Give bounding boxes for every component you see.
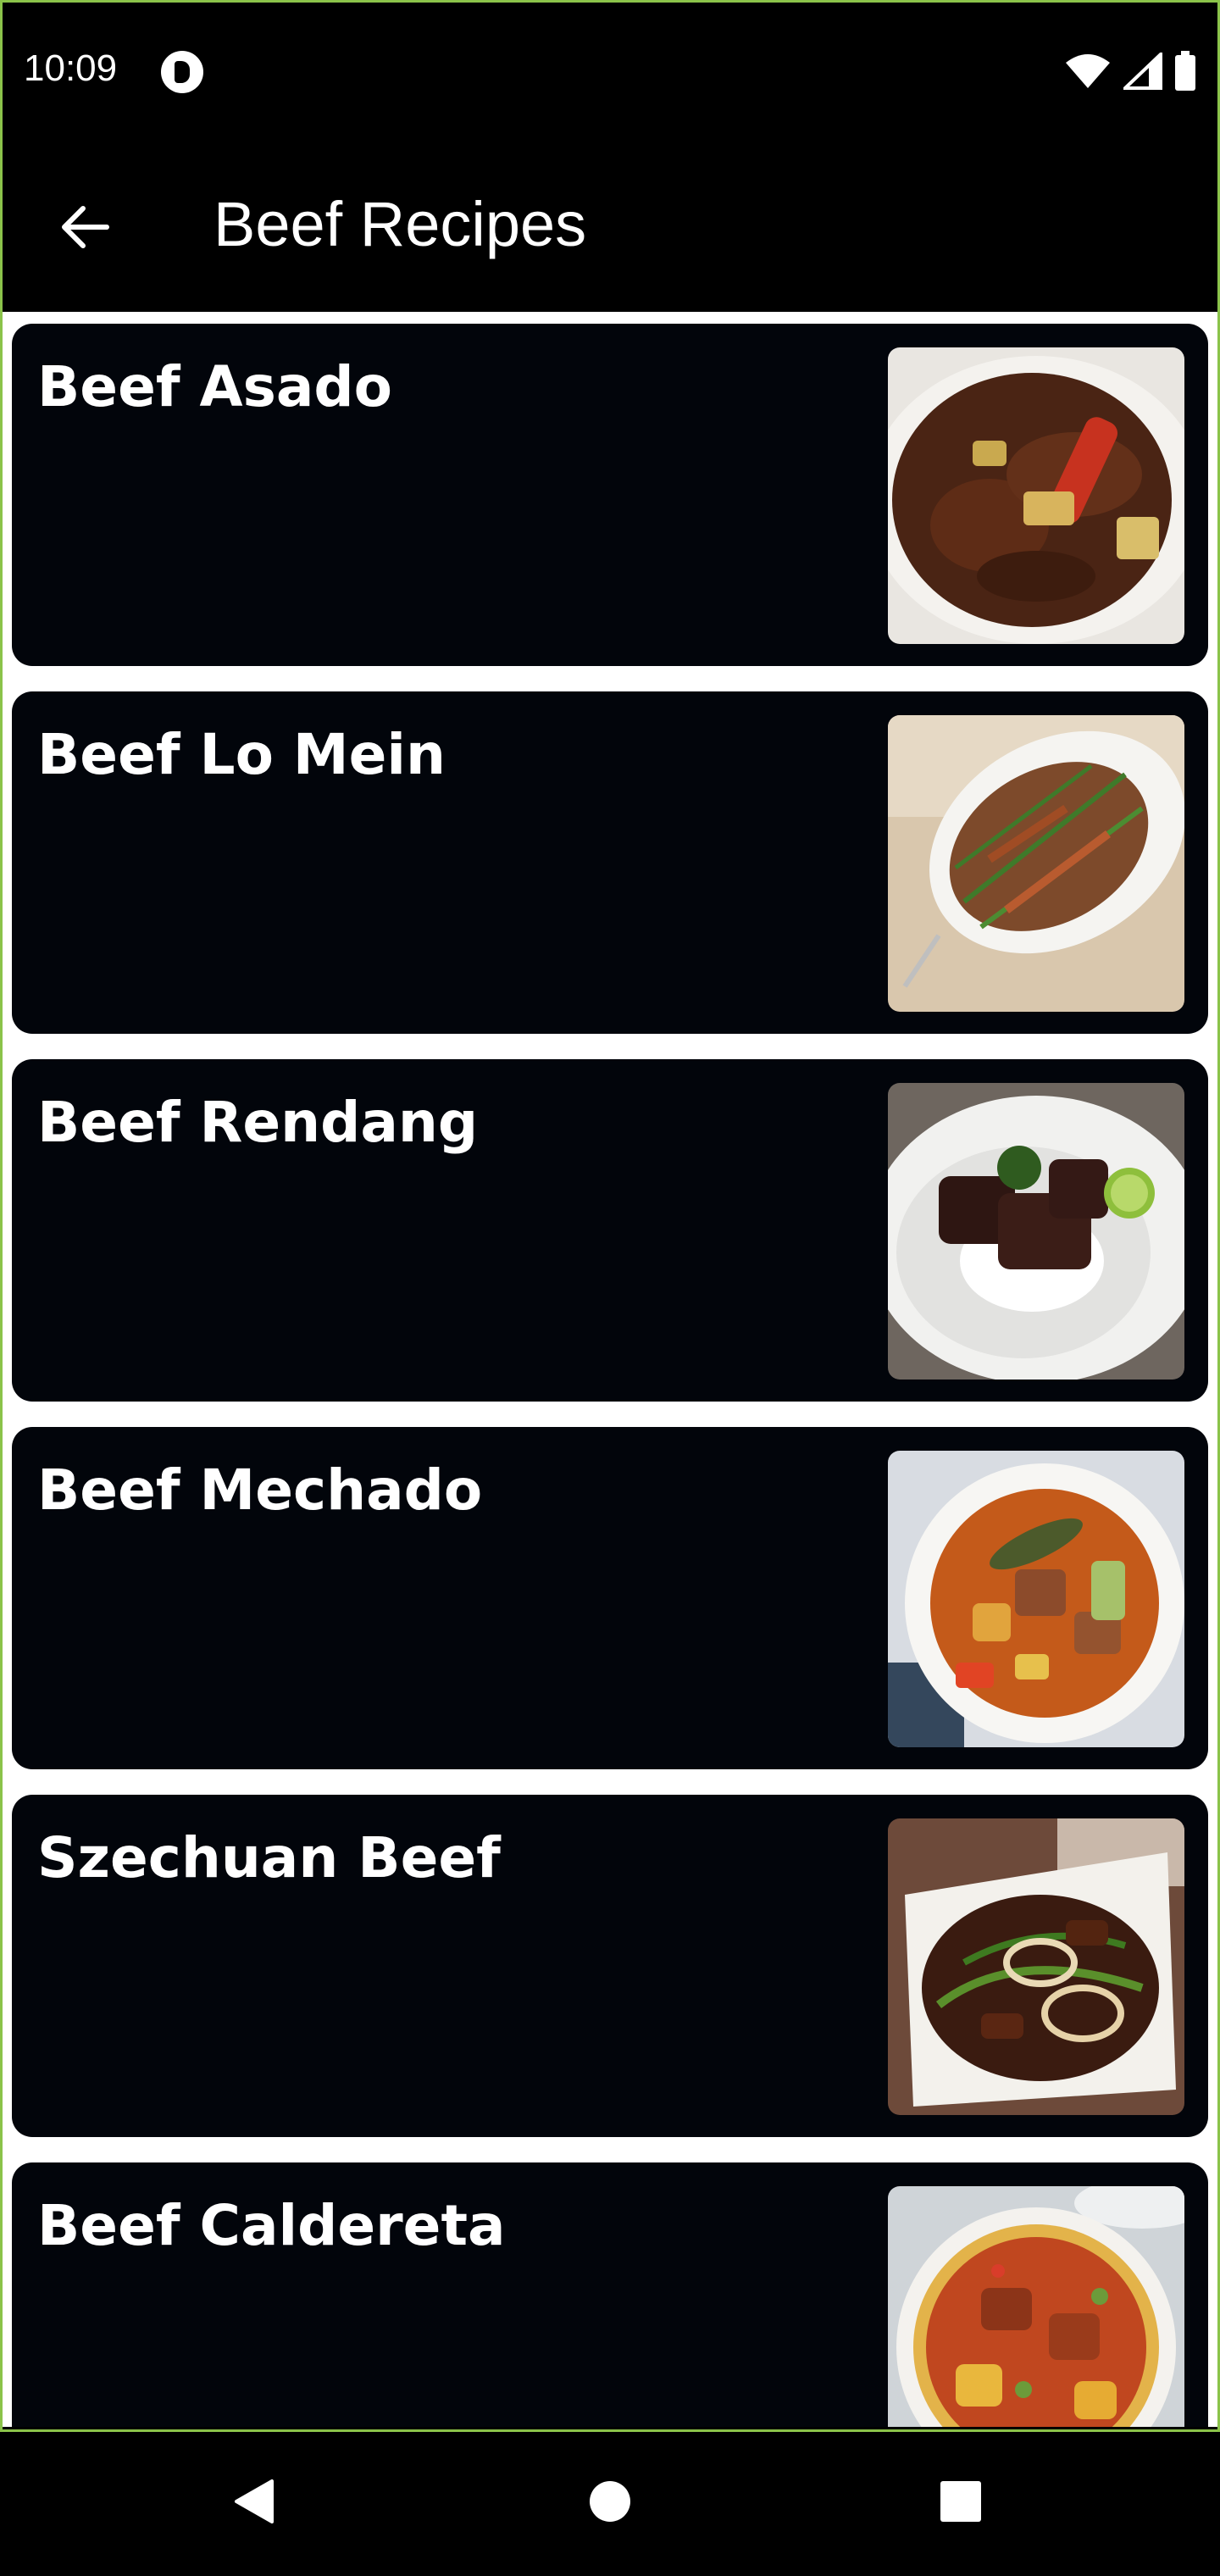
arrow-back-icon bbox=[59, 205, 110, 253]
app-notification-icon bbox=[161, 51, 203, 93]
home-circle-icon bbox=[588, 2479, 632, 2528]
recipe-name: Beef Rendang bbox=[37, 1090, 479, 1155]
recipe-card-beef-lo-mein[interactable]: Beef Lo Mein bbox=[12, 691, 1208, 1034]
recipe-list[interactable]: Beef Asado Beef Lo Mein Beef Rendang Bee… bbox=[0, 312, 1220, 2427]
recipe-card-beef-caldereta[interactable]: Beef Caldereta bbox=[12, 2162, 1208, 2427]
recipe-card-szechuan-beef[interactable]: Szechuan Beef bbox=[12, 1795, 1208, 2137]
status-bar: 10:09 bbox=[0, 0, 1220, 144]
beef-asado-photo bbox=[888, 347, 1184, 644]
recipe-card-beef-rendang[interactable]: Beef Rendang bbox=[12, 1059, 1208, 1402]
recipe-name: Beef Caldereta bbox=[37, 2193, 506, 2258]
recipe-card-beef-asado[interactable]: Beef Asado bbox=[12, 324, 1208, 666]
nav-recents-button[interactable] bbox=[918, 2461, 1003, 2545]
recipe-name: Beef Lo Mein bbox=[37, 722, 446, 787]
nav-back-button[interactable] bbox=[212, 2461, 297, 2545]
beef-rendang-photo bbox=[888, 1083, 1184, 1380]
recipe-name: Beef Mechado bbox=[37, 1457, 483, 1523]
recents-square-icon bbox=[939, 2479, 983, 2528]
recipe-name: Szechuan Beef bbox=[37, 1825, 501, 1890]
nav-home-button[interactable] bbox=[568, 2461, 652, 2545]
status-time: 10:09 bbox=[24, 47, 118, 89]
beef-mechado-photo bbox=[888, 1451, 1184, 1747]
recipe-card-beef-mechado[interactable]: Beef Mechado bbox=[12, 1427, 1208, 1769]
szechuan-beef-photo bbox=[888, 1818, 1184, 2115]
beef-caldereta-photo bbox=[888, 2186, 1184, 2427]
back-button[interactable] bbox=[42, 186, 127, 271]
system-navigation-bar bbox=[0, 2430, 1220, 2576]
app-screen: 10:09 Beef Recipes Beef Asado Beef Lo Me… bbox=[0, 0, 1220, 2576]
battery-icon bbox=[1174, 51, 1196, 96]
page-title: Beef Recipes bbox=[214, 189, 587, 259]
signal-icon bbox=[1121, 50, 1162, 94]
status-icons bbox=[1064, 50, 1196, 96]
app-bar: Beef Recipes bbox=[0, 144, 1220, 312]
recipe-name: Beef Asado bbox=[37, 354, 393, 419]
back-triangle-icon bbox=[233, 2478, 275, 2529]
beef-lo-mein-photo bbox=[888, 715, 1184, 1012]
wifi-icon bbox=[1064, 53, 1112, 94]
